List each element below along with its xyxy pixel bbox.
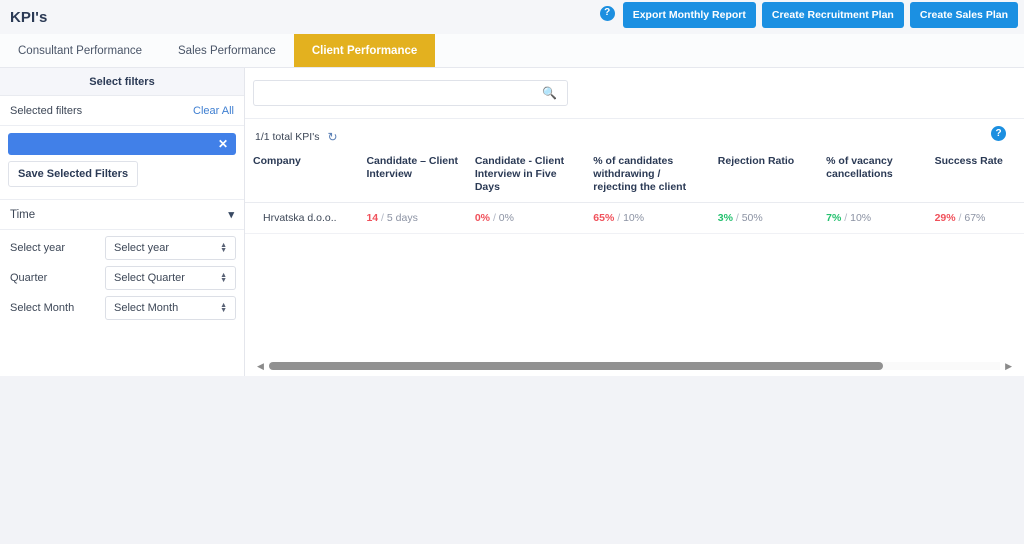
search-input[interactable] [264, 87, 534, 99]
search-box[interactable]: 🔍 [253, 80, 568, 106]
column-header-success-rate[interactable]: Success Rate [928, 149, 1024, 204]
page-footer-background [0, 376, 1024, 544]
clear-all-link[interactable]: Clear All [193, 105, 234, 117]
cell-vacancy-cancellations: 7% / 10% [820, 202, 929, 235]
save-selected-filters-button[interactable]: Save Selected Filters [8, 161, 139, 187]
close-icon[interactable]: ✕ [218, 138, 228, 150]
chevron-updown-icon: ▲ ▼ [220, 272, 227, 284]
selected-filters-label: Selected filters [10, 104, 83, 117]
value-target: 5 days [386, 212, 418, 225]
select-month-label: Select Month [10, 302, 75, 314]
value-actual: 65% [593, 212, 615, 225]
value-actual: 14 [366, 212, 379, 225]
selected-filter-chips: ✕ [0, 126, 244, 155]
header-actions: ? Export Monthly Report Create Recruitme… [599, 2, 1018, 28]
cell-candidate-client-interview: 14 / 5 days [360, 202, 469, 235]
table-scroll-container: Company Candidate – Client Interview Can… [245, 149, 1024, 356]
filter-chip[interactable]: ✕ [8, 133, 236, 155]
column-header-candidate-client-interview-five-days[interactable]: Candidate - Client Interview in Five Day… [468, 149, 588, 204]
filter-field-select-year: Select year Select year ▲ ▼ [0, 230, 244, 260]
kpi-page: KPI's ? Export Monthly Report Create Rec… [0, 0, 1024, 544]
search-area: 🔍 [245, 68, 1024, 119]
value-target: 10% [850, 212, 872, 225]
chevron-updown-icon: ▲ ▼ [220, 302, 227, 314]
chevron-down-icon[interactable]: ▾ [228, 208, 234, 221]
column-header-candidate-client-interview[interactable]: Candidate – Client Interview [360, 149, 469, 204]
help-circle-icon[interactable]: ? [991, 126, 1006, 141]
search-icon[interactable]: 🔍 [542, 86, 557, 100]
filter-field-select-month: Select Month Select Month ▲ ▼ [0, 290, 244, 320]
main-panel: 🔍 1/1 total KPI's ↻ ? Company Candidate … [245, 68, 1024, 376]
page-title: KPI's [10, 8, 48, 26]
create-recruitment-plan-button[interactable]: Create Recruitment Plan [761, 2, 904, 28]
selected-filters-row: Selected filters Clear All [0, 96, 244, 126]
create-sales-plan-button[interactable]: Create Sales Plan [909, 2, 1018, 28]
cell-success-rate: 29% / 67% [928, 202, 1024, 235]
scrollbar-track[interactable] [268, 362, 1001, 370]
value-target: 67% [964, 212, 986, 225]
table-header-row: Company Candidate – Client Interview Can… [245, 149, 1024, 204]
column-header-rejection-ratio[interactable]: Rejection Ratio [711, 149, 821, 204]
content-area: Select filters Selected filters Clear Al… [0, 68, 1024, 376]
value-actual: 0% [474, 212, 491, 225]
value-actual: 29% [934, 212, 956, 225]
select-month-value: Select Month [114, 302, 179, 314]
cell-candidates-withdrawing: 65% / 10% [587, 202, 712, 235]
tab-consultant-performance[interactable]: Consultant Performance [0, 34, 160, 67]
cell-company: Hrvatska d.o.o.. [245, 202, 361, 235]
quarter-value: Select Quarter [114, 272, 185, 284]
scrollbar-thumb[interactable] [268, 362, 884, 370]
value-target: 0% [498, 212, 514, 225]
cell-candidate-client-interview-five-days: 0% / 0% [468, 202, 588, 235]
cell-rejection-ratio: 3% / 50% [711, 202, 821, 235]
select-month-dropdown[interactable]: Select Month ▲ ▼ [105, 296, 236, 320]
select-year-dropdown[interactable]: Select year ▲ ▼ [105, 236, 236, 260]
quarter-dropdown[interactable]: Select Quarter ▲ ▼ [105, 266, 236, 290]
tab-bar: Consultant Performance Sales Performance… [0, 34, 1024, 68]
value-actual: 7% [826, 212, 842, 225]
tab-sales-performance[interactable]: Sales Performance [160, 34, 294, 67]
column-header-candidates-withdrawing[interactable]: % of candidates withdrawing / rejecting … [587, 149, 712, 204]
export-monthly-report-button[interactable]: Export Monthly Report [622, 2, 756, 28]
table-row[interactable]: Hrvatska d.o.o.. 14 / 5 days 0% / 0% 65%… [245, 202, 1024, 235]
value-target: 10% [623, 212, 645, 225]
select-year-label: Select year [10, 242, 66, 254]
triangle-right-icon[interactable]: ▶ [1005, 361, 1012, 371]
time-section-label: Time [10, 208, 36, 221]
column-header-vacancy-cancellations[interactable]: % of vacancy cancellations [820, 149, 929, 204]
help-circle-icon[interactable]: ? [599, 5, 615, 21]
column-header-company[interactable]: Company [245, 149, 361, 204]
value-actual: 3% [717, 212, 733, 225]
top-header: KPI's ? Export Monthly Report Create Rec… [0, 0, 1024, 34]
kpi-table: Company Candidate – Client Interview Can… [245, 149, 1024, 235]
select-year-value: Select year [114, 242, 170, 254]
filter-field-quarter: Quarter Select Quarter ▲ ▼ [0, 260, 244, 290]
refresh-icon[interactable]: ↻ [327, 131, 337, 143]
time-section-toggle[interactable]: Time ▾ [0, 200, 244, 230]
total-kpis-label: 1/1 total KPI's [255, 131, 320, 143]
chevron-updown-icon: ▲ ▼ [220, 242, 227, 254]
save-filters-wrap: Save Selected Filters [0, 155, 244, 187]
table-meta: 1/1 total KPI's ↻ ? [245, 119, 1024, 149]
quarter-label: Quarter [10, 272, 48, 284]
triangle-left-icon[interactable]: ◀ [257, 361, 264, 371]
tab-client-performance[interactable]: Client Performance [293, 34, 436, 67]
select-filters-title: Select filters [0, 68, 244, 96]
value-target: 50% [741, 212, 763, 225]
filters-sidebar: Select filters Selected filters Clear Al… [0, 68, 245, 376]
horizontal-scrollbar[interactable]: ◀ ▶ [245, 356, 1024, 376]
